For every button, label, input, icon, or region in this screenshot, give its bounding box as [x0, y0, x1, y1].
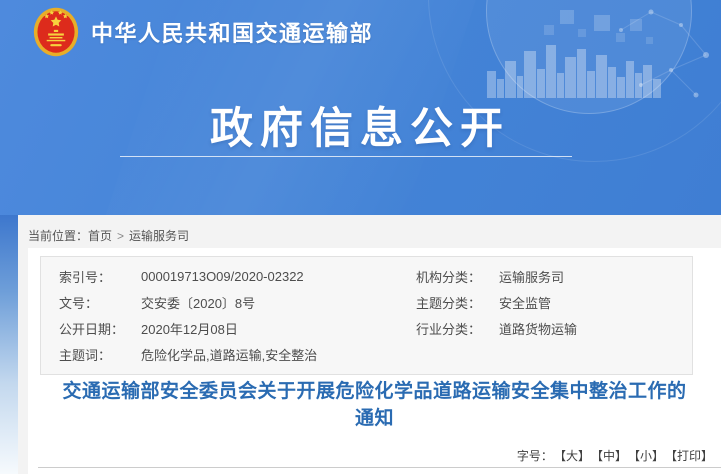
title-underline — [120, 156, 572, 157]
meta-row-date: 公开日期： 2020年12月08日 行业分类： 道路货物运输 — [41, 315, 692, 341]
content-panel: 索引号： 000019713O09/2020-02322 机构分类： 运输服务司… — [28, 248, 721, 474]
meta-value-date: 2020年12月08日 — [141, 319, 416, 338]
meta-label-docnum: 文号： — [59, 293, 141, 312]
font-small-button[interactable]: 【小】 — [634, 449, 664, 463]
breadcrumb: 当前位置：首页 > 运输服务司 — [28, 227, 189, 244]
meta-label-org: 机构分类： — [416, 267, 499, 286]
header-banner: 中华人民共和国交通运输部 政府信息公开 — [0, 0, 721, 215]
font-size-label: 字号： — [517, 449, 553, 463]
meta-label-date: 公开日期： — [59, 319, 141, 338]
left-gradient-strip — [0, 215, 18, 474]
breadcrumb-home-link[interactable]: 首页 — [88, 229, 112, 243]
meta-row-docnum: 文号： 交安委〔2020〕8号 主题分类： 安全监管 — [41, 289, 692, 315]
font-medium-button[interactable]: 【中】 — [597, 449, 627, 463]
page-title: 政府信息公开 — [20, 94, 700, 156]
article-title: 交通运输部安全委员会关于开展危险化学品道路运输安全集中整治工作的通知 — [55, 378, 695, 432]
meta-row-keywords: 主题词： 危险化学品,道路运输,安全整治 — [41, 341, 692, 367]
page: 中华人民共和国交通运输部 政府信息公开 当前位置：首页 > 运输服务司 索引号： 0… — [0, 0, 721, 474]
meta-value-industry: 道路货物运输 — [499, 319, 692, 338]
breadcrumb-separator: > — [117, 229, 124, 243]
content-background: 当前位置：首页 > 运输服务司 索引号： 000019713O09/2020-023… — [18, 215, 721, 474]
meta-label-topic: 主题分类： — [416, 293, 499, 312]
meta-value-index: 000019713O09/2020-02322 — [141, 269, 416, 284]
ministry-logo[interactable]: 中华人民共和国交通运输部 — [33, 7, 373, 57]
breadcrumb-label: 当前位置： — [28, 229, 88, 243]
meta-value-docnum: 交安委〔2020〕8号 — [141, 293, 416, 312]
meta-label-index: 索引号： — [59, 267, 141, 286]
meta-label-industry: 行业分类： — [416, 319, 499, 338]
divider-line — [38, 467, 721, 468]
meta-value-topic: 安全监管 — [499, 293, 692, 312]
meta-value-keywords: 危险化学品,道路运输,安全整治 — [141, 345, 416, 364]
meta-value-org: 运输服务司 — [499, 267, 692, 286]
font-size-toolbar: 字号： 【大】【中】【小】【打印】 — [517, 447, 713, 464]
breadcrumb-dept-link[interactable]: 运输服务司 — [129, 229, 189, 243]
print-button[interactable]: 【打印】 — [671, 449, 713, 463]
ministry-name: 中华人民共和国交通运输部 — [91, 16, 373, 48]
national-emblem-icon — [33, 7, 79, 57]
document-meta-table: 索引号： 000019713O09/2020-02322 机构分类： 运输服务司… — [40, 256, 693, 375]
meta-row-index: 索引号： 000019713O09/2020-02322 机构分类： 运输服务司 — [41, 263, 692, 289]
meta-label-keywords: 主题词： — [59, 345, 141, 364]
font-large-button[interactable]: 【大】 — [560, 449, 590, 463]
